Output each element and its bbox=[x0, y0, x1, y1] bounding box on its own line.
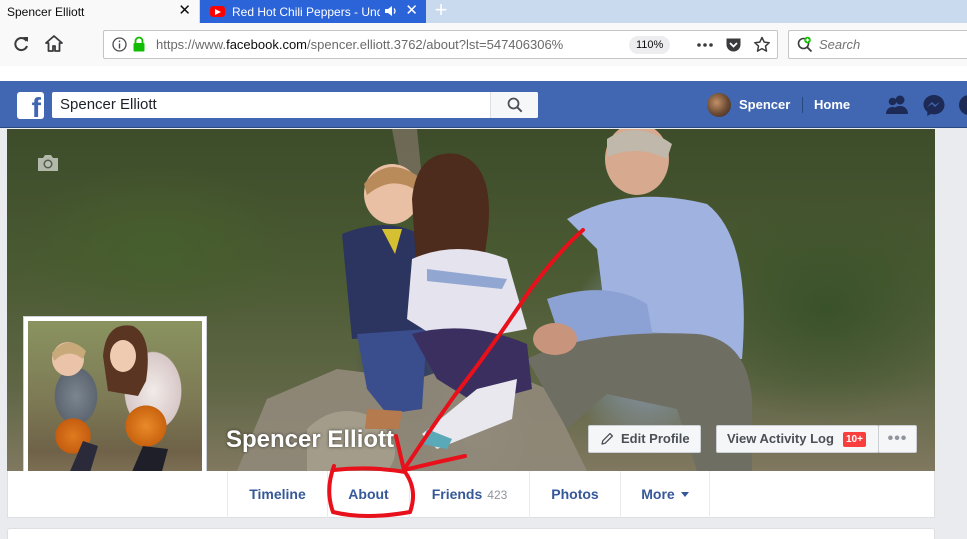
facebook-logo-icon[interactable]: f bbox=[17, 92, 44, 122]
info-icon[interactable] bbox=[112, 37, 127, 52]
search-engine-icon[interactable] bbox=[796, 36, 814, 54]
tab-more[interactable]: More bbox=[620, 471, 710, 518]
tab-friends[interactable]: Friends 423 bbox=[409, 471, 529, 518]
camera-icon[interactable] bbox=[36, 153, 60, 173]
view-activity-log-button[interactable]: View Activity Log 10+ bbox=[716, 425, 879, 453]
tab-photos[interactable]: Photos bbox=[529, 471, 620, 518]
lock-icon bbox=[133, 36, 145, 52]
caret-down-icon bbox=[680, 492, 689, 497]
facebook-search-input[interactable]: Spencer Elliott bbox=[52, 92, 538, 118]
tab-label: Red Hot Chili Peppers - Und bbox=[232, 4, 380, 19]
profile-link[interactable]: Spencer bbox=[739, 97, 790, 112]
close-icon[interactable]: ✕ bbox=[178, 2, 191, 20]
friends-count: 423 bbox=[487, 488, 508, 502]
tab-strip: Spencer Elliott ✕ Red Hot Chili Peppers … bbox=[0, 0, 967, 23]
close-icon[interactable]: ✕ bbox=[405, 2, 418, 20]
profile-tabs: Timeline About Friends 423 Photos More bbox=[7, 471, 935, 518]
activity-log-label: View Activity Log bbox=[727, 431, 834, 446]
speaker-icon[interactable] bbox=[384, 4, 398, 18]
url-bar[interactable]: https://www.facebook.com/spencer.elliott… bbox=[103, 30, 778, 59]
zoom-level[interactable]: 110% bbox=[629, 36, 671, 54]
bookmark-star-icon[interactable] bbox=[753, 36, 771, 53]
tab-about[interactable]: About bbox=[327, 471, 409, 518]
divider bbox=[802, 97, 803, 113]
content-card bbox=[7, 528, 935, 539]
facebook-header: f Spencer Elliott Spencer Home bbox=[0, 81, 967, 128]
new-tab-button[interactable]: + bbox=[430, 0, 452, 22]
home-link[interactable]: Home bbox=[814, 97, 850, 112]
home-icon[interactable] bbox=[43, 33, 65, 55]
reload-icon[interactable] bbox=[10, 33, 32, 55]
url-text: https://www.facebook.com/spencer.elliott… bbox=[156, 37, 564, 52]
pocket-icon[interactable] bbox=[725, 37, 742, 53]
notifications-icon[interactable] bbox=[957, 94, 967, 116]
avatar[interactable] bbox=[707, 93, 731, 117]
tab-timeline[interactable]: Timeline bbox=[227, 471, 327, 518]
pencil-icon bbox=[601, 432, 614, 445]
edit-profile-label: Edit Profile bbox=[621, 431, 690, 446]
more-label: More bbox=[641, 486, 675, 502]
friends-label: Friends bbox=[431, 486, 483, 502]
toolbar-separator bbox=[0, 66, 967, 81]
profile-picture-image bbox=[28, 321, 202, 495]
friend-requests-icon[interactable] bbox=[885, 94, 909, 116]
tab-youtube[interactable]: Red Hot Chili Peppers - Und ✕ bbox=[200, 0, 426, 23]
page-actions-icon[interactable] bbox=[696, 39, 714, 51]
navigation-toolbar: https://www.facebook.com/spencer.elliott… bbox=[0, 23, 967, 66]
search-button[interactable] bbox=[490, 92, 538, 118]
search-placeholder: Search bbox=[819, 37, 861, 52]
tab-label: Spencer Elliott bbox=[7, 4, 85, 19]
messenger-icon[interactable] bbox=[922, 94, 946, 116]
profile-photo-figures bbox=[52, 325, 170, 491]
more-options-button[interactable]: ••• bbox=[878, 425, 917, 453]
search-value: Spencer Elliott bbox=[60, 96, 157, 113]
youtube-icon bbox=[210, 6, 225, 17]
browser-search-box[interactable]: Search bbox=[788, 30, 967, 59]
notification-badge: 10+ bbox=[843, 432, 866, 447]
browser-window: Spencer Elliott ✕ Red Hot Chili Peppers … bbox=[0, 0, 967, 539]
profile-name[interactable]: Spencer Elliott bbox=[226, 426, 394, 454]
edit-profile-button[interactable]: Edit Profile bbox=[588, 425, 701, 453]
tab-spencer-elliott[interactable]: Spencer Elliott ✕ bbox=[0, 0, 199, 23]
search-icon bbox=[507, 97, 523, 113]
